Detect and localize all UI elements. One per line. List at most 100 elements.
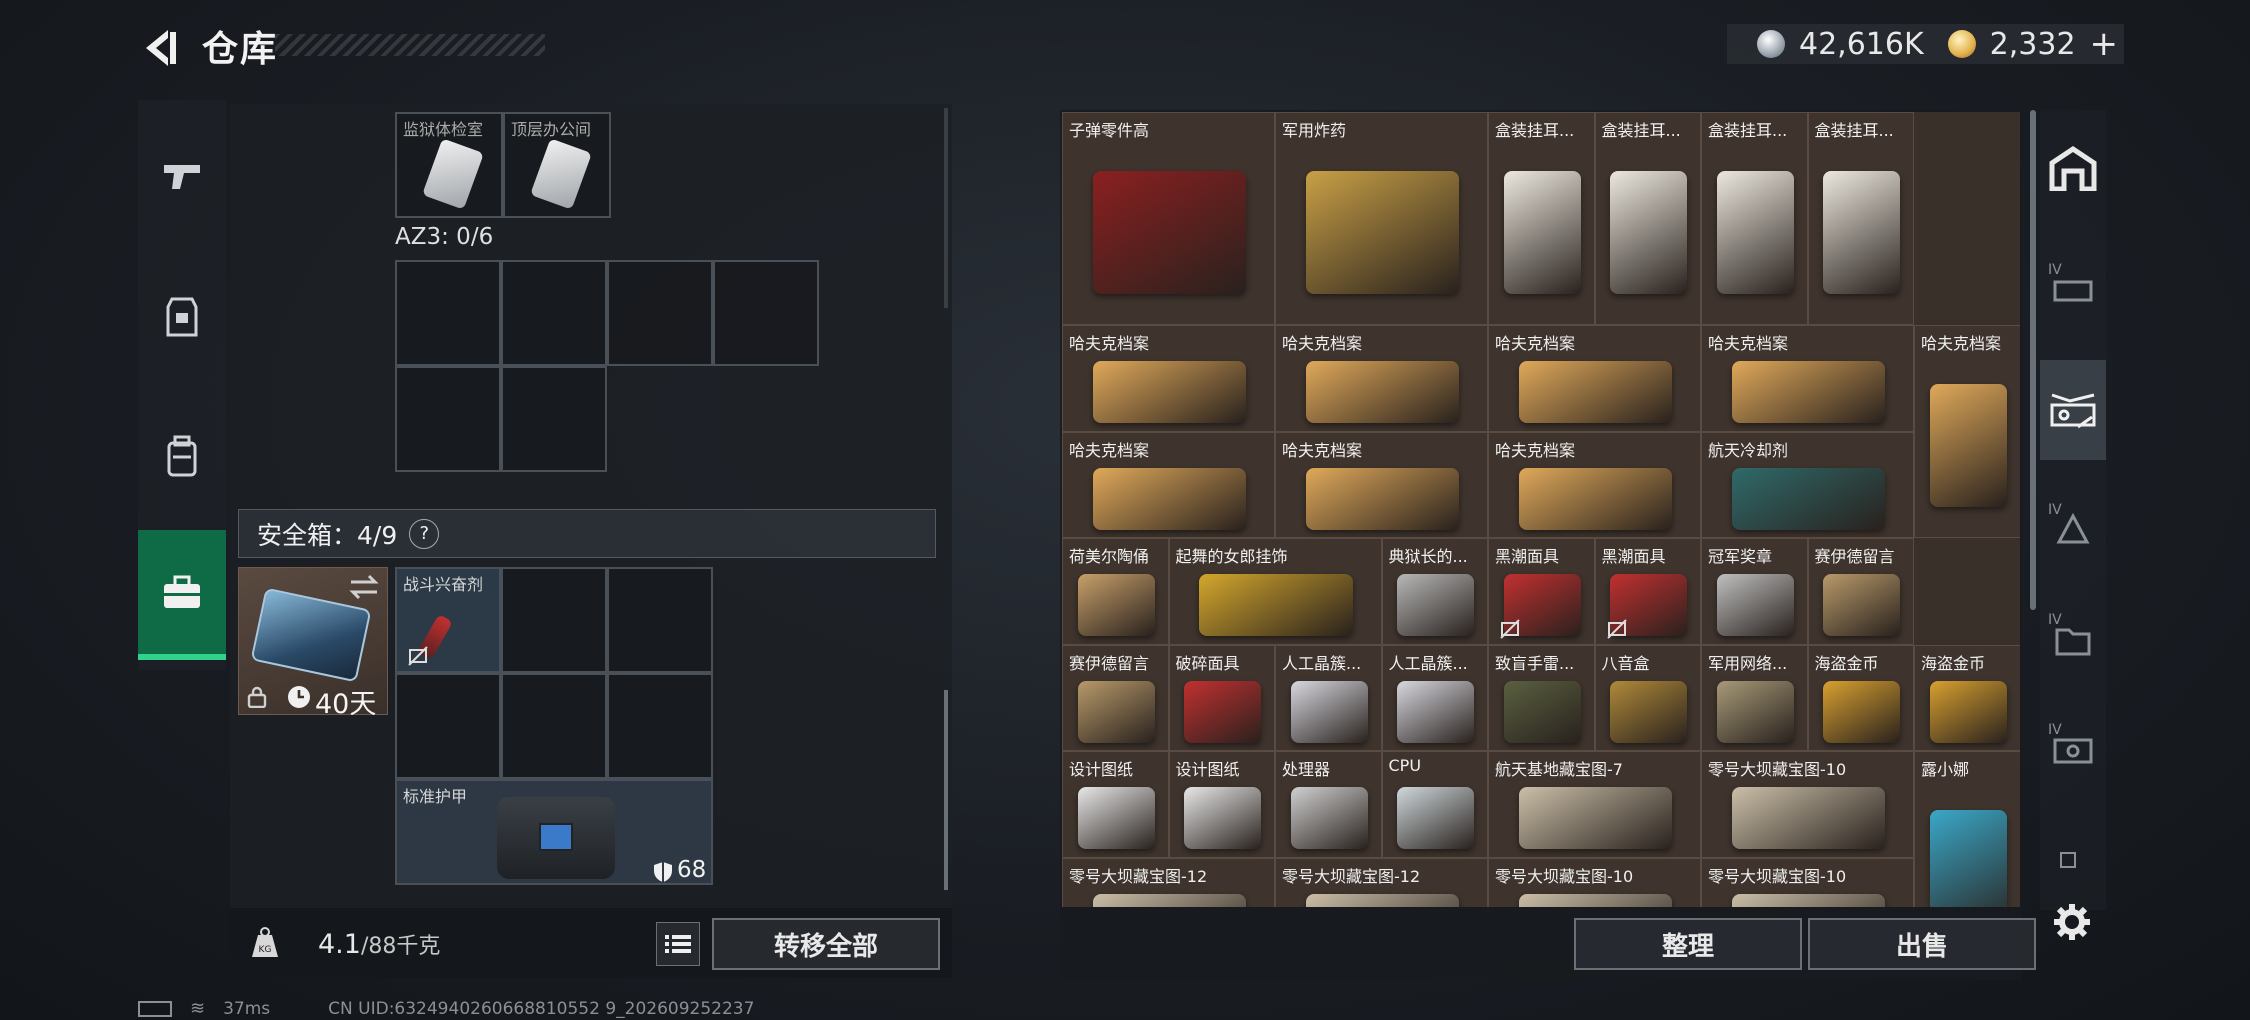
storage-item-slot[interactable]: 盒装挂耳... — [1594, 112, 1701, 325]
storage-item-icon — [1184, 680, 1262, 743]
storage-item-slot[interactable]: 哈夫克档案 — [1275, 431, 1488, 538]
tab-storage-4[interactable]: IV — [2040, 590, 2106, 690]
storage-item-slot[interactable]: 哈夫克档案 — [1488, 431, 1701, 538]
storage-item-slot[interactable]: 哈夫克档案 — [1062, 431, 1275, 538]
az3-slot[interactable] — [607, 260, 713, 366]
storage-item-icon — [1077, 787, 1155, 850]
battery-icon — [138, 1000, 172, 1017]
az3-slot[interactable] — [395, 366, 501, 472]
storage-item-slot[interactable]: 哈夫克档案 — [1914, 325, 2020, 538]
storage-item-name: 人工晶簇... — [1282, 653, 1362, 673]
storage-item-slot[interactable]: 零号大坝藏宝图-10 — [1488, 857, 1701, 907]
tab-storage-3[interactable]: IV — [2040, 480, 2106, 580]
storage-item-slot[interactable]: 哈夫克档案 — [1275, 325, 1488, 432]
safe-slot[interactable] — [607, 673, 713, 779]
storage-item-slot[interactable]: 子弹零件高 — [1062, 112, 1275, 325]
safe-box-card[interactable]: 40天 — [238, 567, 388, 720]
tab-storage-2[interactable] — [2040, 360, 2106, 460]
storage-item-slot[interactable]: 哈夫克档案 — [1062, 325, 1275, 432]
wifi-icon: ≋ — [190, 998, 206, 1019]
storage-item-slot[interactable]: CPU — [1381, 751, 1488, 858]
storage-item-slot[interactable]: 设计图纸 — [1168, 751, 1275, 858]
safe-slot[interactable] — [607, 567, 713, 673]
safe-box-icon — [250, 587, 372, 683]
storage-item-slot[interactable]: 人工晶簇... — [1381, 644, 1488, 751]
list-view-button[interactable] — [656, 922, 700, 966]
back-arrow-icon — [146, 30, 176, 66]
storage-item-slot[interactable]: 人工晶簇... — [1275, 644, 1382, 751]
storage-item-slot[interactable]: 航天冷却剂 — [1701, 431, 1914, 538]
storage-item-slot[interactable]: 零号大坝藏宝图-10 — [1701, 751, 1914, 858]
storage-item-icon — [1518, 467, 1673, 530]
storage-item-icon — [1397, 574, 1475, 637]
storage-item-slot[interactable]: 设计图纸 — [1062, 751, 1169, 858]
safe-slot[interactable] — [395, 673, 501, 779]
storage-item-slot[interactable]: 处理器 — [1275, 751, 1382, 858]
swap-icon — [349, 574, 379, 600]
tab-equipment[interactable] — [138, 252, 226, 382]
storage-item-name: 哈夫克档案 — [1069, 440, 1150, 460]
transfer-all-button[interactable]: 转移全部 — [712, 918, 940, 970]
tab-storage-1[interactable]: IV — [2040, 240, 2106, 340]
storage-item-slot[interactable]: 起舞的女郎挂饰 — [1168, 538, 1382, 645]
storage-item-name: 盒装挂耳... — [1708, 121, 1788, 140]
storage-item-slot[interactable]: 海盗金币 — [1914, 644, 2020, 751]
storage-item-slot[interactable]: 黑潮面具 — [1594, 538, 1701, 645]
storage-item-slot[interactable]: 冠军奖章 — [1701, 538, 1808, 645]
az3-slot[interactable] — [501, 366, 607, 472]
storage-item-slot[interactable]: 赛伊德留言 — [1062, 644, 1169, 751]
storage-item-slot[interactable]: 盒装挂耳... — [1701, 112, 1808, 325]
sell-button[interactable]: 出售 — [1808, 918, 2036, 970]
storage-item-slot[interactable]: 黑潮面具 — [1488, 538, 1595, 645]
az3-slot[interactable] — [501, 260, 607, 366]
storage-item-slot[interactable]: 零号大坝藏宝图-10 — [1701, 857, 1914, 907]
safe-slot[interactable] — [501, 567, 607, 673]
storage-item-slot[interactable]: 零号大坝藏宝图-12 — [1062, 857, 1275, 907]
tab-backpack[interactable] — [138, 392, 226, 522]
storage-item-slot[interactable]: 赛伊德留言 — [1807, 538, 1914, 645]
sort-button[interactable]: 整理 — [1574, 918, 1802, 970]
storage-item-slot[interactable]: 典狱长的... — [1381, 538, 1488, 645]
storage-item-slot[interactable]: 哈夫克档案 — [1488, 325, 1701, 432]
storage-item-slot[interactable]: 军用炸药 — [1275, 112, 1488, 325]
storage-item-slot[interactable]: 致盲手雷... — [1488, 644, 1595, 751]
storage-item-slot[interactable]: 盒装挂耳... — [1807, 112, 1914, 325]
storage-item-slot[interactable]: 荷美尔陶俑 — [1062, 538, 1169, 645]
storage-item-slot[interactable]: 航天基地藏宝图-7 — [1488, 751, 1701, 858]
storage-item-slot[interactable]: 零号大坝藏宝图-12 — [1275, 857, 1488, 907]
safe-slot[interactable] — [501, 673, 607, 779]
az3-slot[interactable] — [395, 260, 501, 366]
storage-scrollbar[interactable] — [2030, 110, 2036, 610]
loadout-scrollbar[interactable] — [944, 690, 948, 890]
storage-item-name: 露小娜 — [1921, 760, 1970, 779]
storage-item-name: 零号大坝藏宝图-12 — [1282, 866, 1421, 886]
storage-item-slot[interactable]: 军用网络... — [1701, 644, 1808, 751]
storage-item-icon — [1397, 680, 1475, 743]
storage-item-name: 零号大坝藏宝图-10 — [1708, 866, 1847, 886]
storage-item-icon — [1823, 574, 1901, 637]
storage-item-slot[interactable]: 哈夫克档案 — [1701, 325, 1914, 432]
add-currency-button[interactable]: + — [2090, 24, 2119, 64]
storage-item-slot[interactable]: 露小娜 — [1914, 751, 2020, 907]
tab-weapons[interactable] — [138, 112, 226, 242]
armor-slot[interactable]: 标准护甲 68 — [395, 779, 713, 885]
tab-all-storage[interactable] — [2040, 118, 2106, 218]
storage-item-slot[interactable]: 八音盒 — [1594, 644, 1701, 751]
safe-box-header: 安全箱：4/9 ? — [238, 509, 936, 558]
storage-item-slot[interactable]: 破碎面具 — [1168, 644, 1275, 751]
keycard-name: 监狱体检室 — [403, 120, 484, 139]
settings-button[interactable] — [2052, 902, 2092, 946]
tab-safe-box[interactable] — [138, 530, 226, 660]
storage-item-icon — [1518, 893, 1673, 907]
storage-item-slot[interactable]: 海盗金币 — [1807, 644, 1914, 751]
storage-item-slot[interactable]: 盒装挂耳... — [1488, 112, 1595, 325]
tab-storage-5[interactable]: IV — [2040, 700, 2106, 800]
storage-item-icon — [1092, 170, 1247, 295]
safe-box-help-button[interactable]: ? — [409, 518, 440, 549]
mini-tab-icon[interactable] — [2060, 852, 2076, 868]
keycard-slot[interactable]: 顶层办公间 — [503, 112, 611, 218]
safe-slot-stim[interactable]: 战斗兴奋剂 — [395, 567, 501, 673]
az3-slot[interactable] — [713, 260, 819, 366]
keycard-slot[interactable]: 监狱体检室 — [395, 112, 503, 218]
back-button[interactable] — [138, 26, 182, 70]
